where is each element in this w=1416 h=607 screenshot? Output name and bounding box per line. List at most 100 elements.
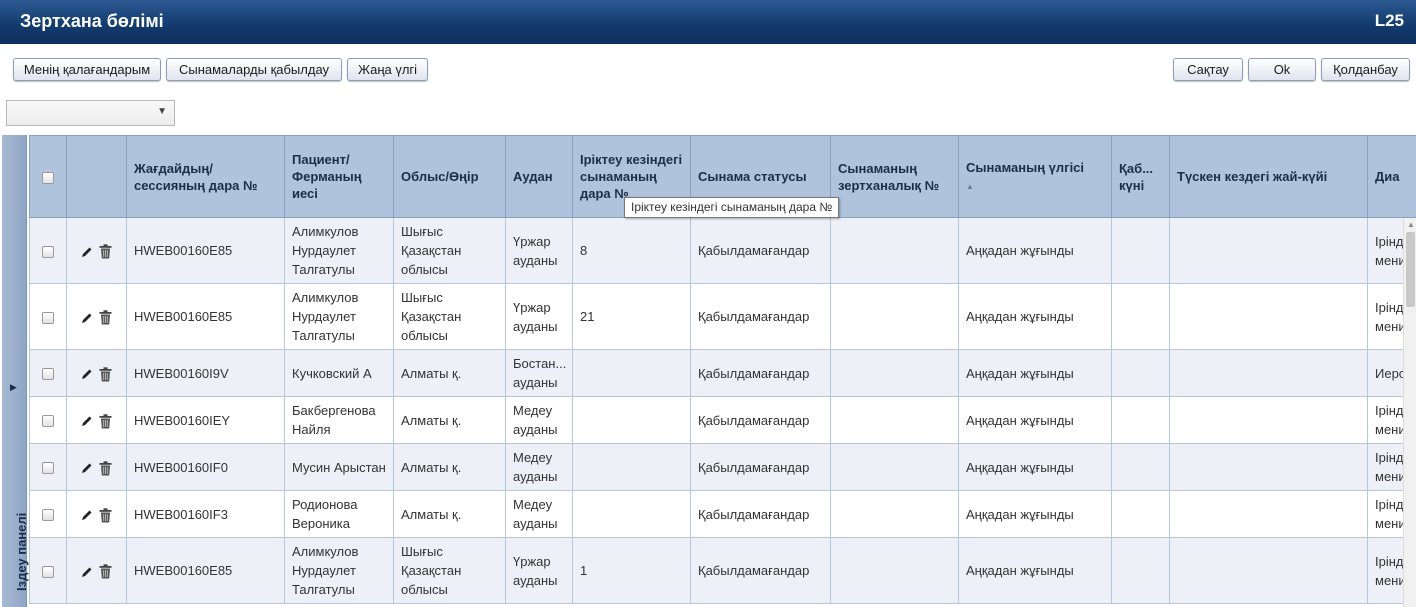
edit-icon[interactable] [81, 246, 93, 258]
table-row[interactable]: HWEB00160IEY Бакбергенова Найля Алматы қ. М… [29, 396, 1416, 444]
cell-case-id: HWEB00160E85 [126, 217, 285, 284]
cell-district: Үржар ауданы [505, 537, 573, 604]
cell-condition [1169, 217, 1368, 284]
cell-field-sample-id [572, 443, 691, 491]
table-row[interactable]: HWEB00160E85 Алимкулов Нурдаулет Талгатул… [29, 283, 1416, 350]
delete-icon[interactable] [99, 564, 112, 579]
scrollbar-thumb[interactable] [1406, 232, 1415, 307]
cell-lab-id [830, 490, 959, 538]
row-select-cell [29, 349, 67, 397]
col-condition[interactable]: Түскен кездегі жай-күйі [1169, 135, 1368, 218]
expand-arrow-icon: ▶ [10, 382, 17, 392]
delete-icon[interactable] [99, 507, 112, 523]
my-favorites-button[interactable]: Менің қалағандарым [13, 58, 161, 81]
cell-district: Бостан... ауданы [505, 349, 573, 397]
delete-icon[interactable] [99, 310, 112, 325]
cell-district: Медеу ауданы [505, 490, 573, 538]
delete-icon[interactable] [99, 366, 112, 382]
cell-sample-type: Аңқадан жұғынды [958, 349, 1112, 397]
edit-icon[interactable] [81, 566, 93, 578]
edit-icon[interactable] [81, 312, 93, 324]
table-row[interactable]: HWEB00160IF3 Родионова Вероника Алматы қ. М… [29, 490, 1416, 538]
row-checkbox[interactable] [42, 509, 54, 522]
cell-patient: Мусин Арыстан [284, 443, 394, 491]
cell-district: Медеу ауданы [505, 443, 573, 491]
col-district[interactable]: Аудан [505, 135, 573, 218]
delete-icon[interactable] [99, 413, 112, 429]
col-diag[interactable]: Диа [1367, 135, 1416, 218]
new-sample-button[interactable]: Жаңа үлгі [347, 58, 428, 81]
table-row[interactable]: HWEB00160I9V Кучковский А Алматы қ. Бостан.… [29, 349, 1416, 397]
row-select-cell [29, 217, 67, 284]
cell-case-id: HWEB00160E85 [126, 283, 285, 350]
delete-icon[interactable] [99, 244, 112, 259]
vertical-scrollbar[interactable]: ▲ [1403, 218, 1416, 607]
cell-region: Шығыс Қазақстан облысы [393, 283, 506, 350]
cell-region: Алматы қ. [393, 490, 506, 538]
row-checkbox[interactable] [42, 245, 54, 258]
row-actions [66, 283, 127, 350]
row-select-cell [29, 396, 67, 444]
app-header: Зертхана бөлімі L25 [0, 0, 1416, 44]
cell-field-sample-id: 1 [572, 537, 691, 604]
cell-patient: Алимкулов Нурдаулет Талгатулы [284, 537, 394, 604]
table-row[interactable]: HWEB00160IF0 Мусин Арыстан Алматы қ. Медеу … [29, 443, 1416, 491]
cell-condition [1169, 283, 1368, 350]
cell-status: Қабылдамағандар [690, 217, 831, 284]
col-case-id[interactable]: Жағдайдың/ сессияның дара № [126, 135, 285, 218]
row-actions [66, 443, 127, 491]
scroll-up-icon: ▲ [1407, 220, 1415, 229]
page-title: Зертхана бөлімі [20, 11, 164, 31]
select-all-checkbox[interactable] [42, 171, 54, 184]
col-patient[interactable]: Пациент/ Ферманың иесі [284, 135, 394, 218]
row-select-cell [29, 537, 67, 604]
cell-status: Қабылдамағандар [690, 490, 831, 538]
cell-sample-type: Аңқадан жұғынды [958, 537, 1112, 604]
edit-icon[interactable] [81, 368, 93, 380]
row-checkbox[interactable] [42, 415, 54, 428]
cell-sample-type: Аңқадан жұғынды [958, 490, 1112, 538]
row-actions [66, 396, 127, 444]
cell-patient: Алимкулов Нурдаулет Талгатулы [284, 217, 394, 284]
actions-header [66, 135, 127, 218]
table-row[interactable]: HWEB00160E85 Алимкулов Нурдаулет Талгатул… [29, 217, 1416, 284]
cell-lab-id [830, 349, 959, 397]
cell-region: Алматы қ. [393, 396, 506, 444]
cell-lab-id [830, 443, 959, 491]
cell-field-sample-id [572, 396, 691, 444]
col-accepted-date[interactable]: Қаб... күні [1111, 135, 1170, 218]
edit-icon[interactable] [81, 509, 93, 521]
filter-dropdown[interactable]: ▼ [6, 100, 175, 126]
edit-icon[interactable] [81, 462, 93, 474]
ok-button[interactable]: Ok [1248, 58, 1316, 81]
row-checkbox[interactable] [42, 565, 54, 578]
dropdown-arrow-icon: ▼ [157, 106, 167, 117]
row-checkbox[interactable] [42, 311, 54, 324]
edit-icon[interactable] [81, 415, 93, 427]
delete-icon[interactable] [99, 460, 112, 476]
save-button[interactable]: Сақтау [1173, 58, 1243, 81]
row-checkbox[interactable] [42, 462, 54, 475]
row-checkbox[interactable] [42, 368, 54, 381]
accept-samples-button[interactable]: Сынамаларды қабылдау [166, 58, 342, 81]
cell-sample-type: Аңқадан жұғынды [958, 396, 1112, 444]
cell-condition [1169, 396, 1368, 444]
col-sample-type[interactable]: Сынаманың үлгісі ▲ [958, 135, 1112, 218]
table-row[interactable]: HWEB00160E85 Алимкулов Нурдаулет Талгатул… [29, 537, 1416, 604]
cell-status: Қабылдамағандар [690, 396, 831, 444]
search-panel-toggle[interactable]: ▶ Іздеу панелі [2, 135, 29, 607]
cell-patient: Кучковский А [284, 349, 394, 397]
cell-lab-id [830, 537, 959, 604]
cell-region: Алматы қ. [393, 349, 506, 397]
col-sample-type-label: Сынаманың үлгісі [966, 159, 1085, 175]
cell-accepted-date [1111, 217, 1170, 284]
col-lab-id[interactable]: Сынаманың зертханалық № [830, 135, 959, 218]
col-region[interactable]: Облыс/Өңір [393, 135, 506, 218]
cell-patient: Алимкулов Нурдаулет Талгатулы [284, 283, 394, 350]
sort-ascending-icon: ▲ [966, 181, 974, 191]
cell-accepted-date [1111, 396, 1170, 444]
cancel-button[interactable]: Қолданбау [1321, 58, 1410, 81]
cell-status: Қабылдамағандар [690, 283, 831, 350]
cell-case-id: HWEB00160IEY [126, 396, 285, 444]
cell-condition [1169, 490, 1368, 538]
